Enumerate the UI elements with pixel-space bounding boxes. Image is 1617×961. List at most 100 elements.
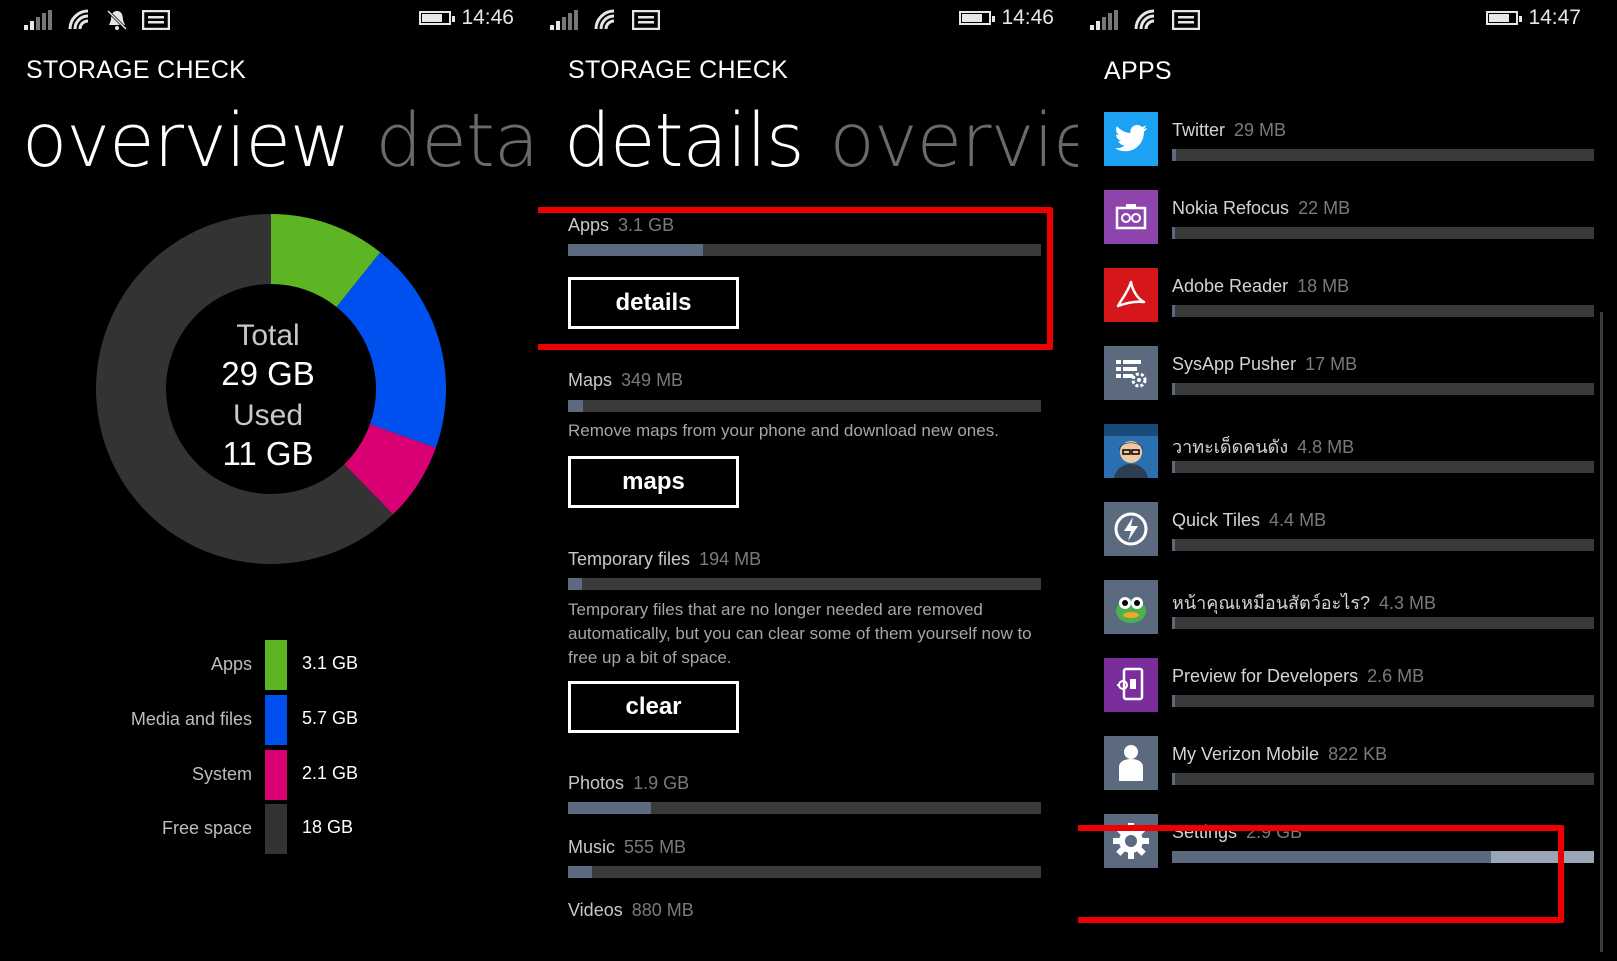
bar-fill xyxy=(568,578,583,590)
app-name: วาทะเด็ดคนดัง xyxy=(1172,437,1289,457)
app-list-item[interactable]: Twitter 29 MB xyxy=(1104,112,1594,170)
app-name: Adobe Reader xyxy=(1172,276,1289,296)
app-usage-bar xyxy=(1172,461,1594,473)
app-list-item[interactable]: หน้าคุณเหมือนสัตว์อะไร? 4.3 MB xyxy=(1104,580,1594,638)
wifi-icon xyxy=(68,9,89,30)
quote-avatar-icon xyxy=(1104,424,1158,478)
legend-value: 5.7 GB xyxy=(302,708,359,728)
app-title: STORAGE CHECK xyxy=(26,56,247,84)
app-list-item[interactable]: วาทะเด็ดคนดัง 4.8 MB xyxy=(1104,424,1594,482)
category-name: Photos xyxy=(568,773,625,793)
pivot-details[interactable]: details xyxy=(564,98,805,184)
app-size: 822 KB xyxy=(1328,744,1388,764)
adobe-reader-icon xyxy=(1104,268,1158,322)
category-name: Temporary files xyxy=(568,549,691,569)
category-name: Music xyxy=(568,837,616,857)
app-list-item[interactable]: Preview for Developers 2.6 MB xyxy=(1104,658,1594,716)
app-usage-bar xyxy=(1172,539,1594,551)
app-list-item[interactable]: SysApp Pusher 17 MB xyxy=(1104,346,1594,404)
app-list-item[interactable]: Quick Tiles 4.4 MB xyxy=(1104,502,1594,560)
app-usage-bar xyxy=(1172,617,1594,629)
sysapp-pusher-icon xyxy=(1104,346,1158,400)
category-size: 1.9 GB xyxy=(633,773,690,793)
app-usage-fill xyxy=(1172,695,1175,707)
status-bar: 14:46 xyxy=(538,0,1078,38)
bar-fill xyxy=(568,244,703,256)
app-list-item[interactable]: Nokia Refocus 22 MB xyxy=(1104,190,1594,248)
legend-value: 18 GB xyxy=(302,817,354,837)
category-music: Music 555 MB xyxy=(568,837,1048,858)
status-bar: 14:47 xyxy=(1078,0,1617,38)
total-value: 29 GB xyxy=(221,355,315,392)
app-name: หน้าคุณเหมือนสัตว์อะไร? xyxy=(1172,593,1371,613)
app-usage-fill xyxy=(1172,383,1175,395)
category-size: 555 MB xyxy=(624,837,687,857)
clock: 14:46 xyxy=(1001,6,1054,29)
app-usage-fill xyxy=(1172,539,1175,551)
details-button[interactable]: details xyxy=(568,277,739,329)
legend-label: Media and files xyxy=(130,709,252,729)
clock: 14:47 xyxy=(1528,6,1581,29)
legend-swatch xyxy=(265,640,287,690)
app-usage-fill xyxy=(1172,227,1176,239)
signal-icon xyxy=(24,10,52,30)
pivot-overview[interactable]: overview xyxy=(22,98,350,184)
message-icon xyxy=(1172,10,1200,30)
app-name: Quick Tiles xyxy=(1172,510,1261,530)
pivot-overview[interactable]: overview xyxy=(830,98,1078,184)
category-bar-photos xyxy=(568,802,1041,814)
legend-label: Free space xyxy=(161,818,252,838)
app-usage-fill xyxy=(1172,461,1175,473)
app-usage-bar xyxy=(1172,149,1594,161)
category-size: 3.1 GB xyxy=(618,215,675,235)
clear-button[interactable]: clear xyxy=(568,681,739,733)
message-icon xyxy=(142,10,170,30)
legend-swatch xyxy=(265,804,287,854)
signal-icon xyxy=(1090,10,1118,30)
quiet-hours-bell-icon xyxy=(106,9,128,31)
app-size: 22 MB xyxy=(1298,198,1351,218)
category-apps: Apps 3.1 GB xyxy=(568,215,1048,236)
temporary-files-description: Temporary files that are no longer neede… xyxy=(568,600,1032,667)
category-name: Maps xyxy=(568,370,613,390)
pivot-header: overview detail xyxy=(22,98,538,184)
overview-screen: 14:46 STORAGE CHECK overview detail Total… xyxy=(0,0,538,961)
legend-value: 3.1 GB xyxy=(302,653,359,673)
app-usage-bar xyxy=(1172,227,1594,239)
app-list-item[interactable]: Adobe Reader 18 MB xyxy=(1104,268,1594,326)
scrollbar[interactable] xyxy=(1600,312,1603,952)
app-size: 2.6 MB xyxy=(1367,666,1425,686)
twitter-icon xyxy=(1104,112,1158,166)
battery-icon xyxy=(419,11,456,25)
pivot-details[interactable]: detail xyxy=(375,98,538,184)
bar-fill xyxy=(568,866,592,878)
category-size: 880 MB xyxy=(631,900,694,920)
app-usage-bar xyxy=(1172,305,1594,317)
signal-icon xyxy=(550,10,578,30)
category-videos: Videos 880 MB xyxy=(568,900,1048,921)
legend-item-media: Media and files 5.7 GB xyxy=(0,695,400,745)
category-photos: Photos 1.9 GB xyxy=(568,773,1048,794)
app-name: Preview for Developers xyxy=(1172,666,1359,686)
category-bar-maps xyxy=(568,400,1041,412)
category-size: 349 MB xyxy=(621,370,684,390)
legend-value: 2.1 GB xyxy=(302,763,359,783)
bar-fill xyxy=(568,802,651,814)
category-temporary-files: Temporary files 194 MB xyxy=(568,549,1048,570)
app-size: 17 MB xyxy=(1305,354,1358,374)
category-size: 194 MB xyxy=(699,549,762,569)
battery-icon xyxy=(959,11,996,25)
app-usage-fill xyxy=(1172,149,1177,161)
wifi-icon xyxy=(1134,9,1155,30)
app-list-item[interactable]: My Verizon Mobile 822 KB xyxy=(1104,736,1594,794)
pivot-header: details overview xyxy=(564,98,1078,184)
page-title: APPS xyxy=(1104,57,1172,85)
app-name: Nokia Refocus xyxy=(1172,198,1290,218)
app-name: SysApp Pusher xyxy=(1172,354,1297,374)
maps-button[interactable]: maps xyxy=(568,456,739,508)
category-bar-music xyxy=(568,866,1041,878)
legend-item-system: System 2.1 GB xyxy=(0,750,400,800)
app-usage-bar xyxy=(1172,695,1594,707)
legend-swatch xyxy=(265,695,287,745)
app-size: 18 MB xyxy=(1297,276,1350,296)
